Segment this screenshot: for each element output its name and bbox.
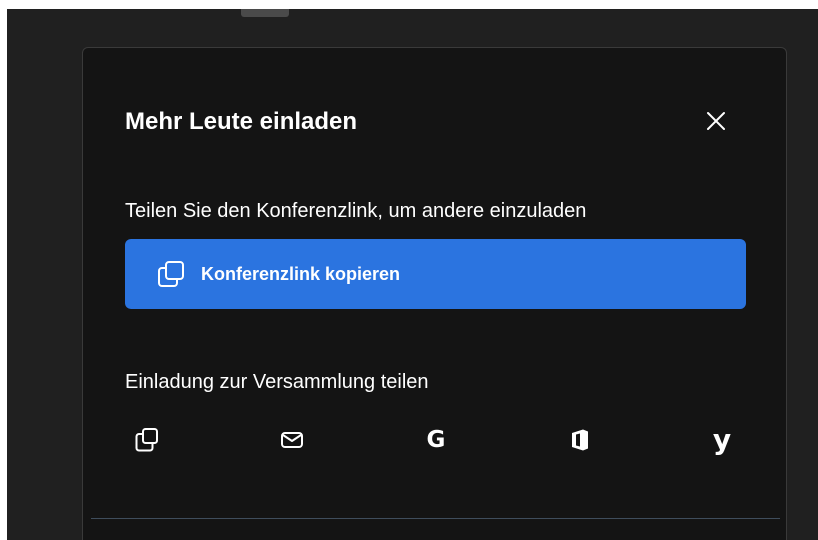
invite-dialog: Mehr Leute einladen Teilen Sie den Konfe… (82, 47, 787, 540)
share-google-button[interactable]: G (414, 418, 458, 462)
share-options: G y (125, 418, 746, 468)
dialog-title: Mehr Leute einladen (125, 108, 358, 135)
copy-conference-link-label: Konferenzlink kopieren (201, 263, 401, 284)
top-handle[interactable] (241, 9, 289, 17)
divider (91, 518, 780, 519)
yahoo-icon: y (712, 423, 732, 456)
copy-icon (135, 428, 158, 452)
share-link-text: Teilen Sie den Konferenzlink, um andere … (125, 200, 587, 222)
copy-icon (153, 256, 189, 292)
mail-icon (281, 432, 303, 448)
close-icon (707, 112, 725, 130)
share-invite-text: Einladung zur Versammlung teilen (125, 371, 429, 393)
google-icon: G (426, 427, 446, 453)
close-button[interactable] (696, 101, 736, 141)
share-copy-button[interactable] (125, 418, 169, 462)
share-yahoo-button[interactable]: y (700, 418, 744, 462)
copy-conference-link-button[interactable]: Konferenzlink kopieren (125, 239, 746, 309)
share-email-button[interactable] (270, 418, 314, 462)
office-icon (572, 429, 588, 451)
share-office-button[interactable] (558, 418, 602, 462)
meeting-app: Mehr Leute einladen Teilen Sie den Konfe… (7, 9, 818, 540)
